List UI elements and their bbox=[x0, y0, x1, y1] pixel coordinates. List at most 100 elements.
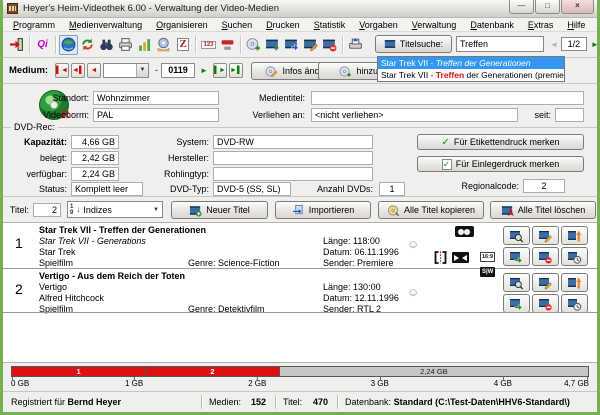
delete-title-button[interactable] bbox=[532, 294, 559, 313]
delete-all-titles-button[interactable]: Alle Titel löschen bbox=[490, 201, 596, 219]
last-medium-button[interactable]: ►▌ bbox=[229, 63, 243, 78]
film-export-icon bbox=[509, 297, 524, 311]
title-row-2[interactable]: 2 Vertigo - Aus dem Reich der Toten Vert… bbox=[3, 269, 597, 314]
close-button[interactable]: × bbox=[561, 0, 594, 14]
dvdtyp-label: DVD-Typ: bbox=[133, 184, 209, 194]
backup-button[interactable] bbox=[154, 35, 173, 55]
menu-hilfe[interactable]: Hilfe bbox=[560, 19, 592, 31]
media-overview-button[interactable] bbox=[59, 35, 78, 55]
verfuegbar-field[interactable]: 2,24 GB bbox=[71, 167, 119, 181]
counter-icon: 123 bbox=[201, 41, 215, 49]
add-medium-button[interactable] bbox=[244, 35, 263, 55]
move-title-button[interactable] bbox=[561, 273, 588, 292]
view-title-button[interactable] bbox=[503, 273, 530, 292]
new-title-button[interactable]: Neuer Titel bbox=[171, 201, 268, 219]
capacity-segment-1: 1 bbox=[12, 367, 146, 376]
etikettendruck-button[interactable]: ✓ Für Etikettendruck merken bbox=[417, 134, 584, 150]
search-next-icon[interactable]: ► bbox=[591, 40, 599, 49]
edit-title-button[interactable] bbox=[532, 273, 559, 292]
title-number: 1 bbox=[15, 235, 23, 251]
chevron-down-icon[interactable]: ▼ bbox=[153, 207, 159, 213]
titel-count-field[interactable]: 2 bbox=[33, 203, 61, 217]
medientitel-field[interactable] bbox=[311, 91, 584, 105]
delete-title-button[interactable] bbox=[532, 247, 559, 266]
menu-vorgaben[interactable]: Vorgaben bbox=[352, 19, 405, 31]
copy-all-titles-button[interactable]: Alle Titel kopieren bbox=[378, 201, 484, 219]
delete-title-button-tb[interactable] bbox=[320, 35, 339, 55]
export-title-button[interactable] bbox=[503, 294, 530, 313]
title-actions bbox=[503, 226, 588, 266]
runtime-title-button[interactable] bbox=[561, 247, 588, 266]
search-media-button[interactable] bbox=[97, 35, 116, 55]
media-info-panel: R Standort: Wohnzimmer Videonorm: PAL Me… bbox=[3, 85, 597, 127]
einlegerdruck-button[interactable]: Für Einlegerdruck merken bbox=[417, 156, 584, 172]
censor-button[interactable]: Z bbox=[173, 35, 192, 55]
next-jump-medium-button[interactable]: ▌► bbox=[213, 63, 227, 78]
kapazitaet-field[interactable]: 4,66 GB bbox=[71, 135, 119, 149]
verliehen-field[interactable]: <nicht verliehen> bbox=[311, 108, 518, 122]
menu-medienverwaltung[interactable]: Medienverwaltung bbox=[62, 19, 149, 31]
exit-button[interactable] bbox=[7, 35, 26, 55]
view-title-button[interactable] bbox=[503, 226, 530, 245]
search-result-option[interactable]: Star Trek VII - Treffen der Generationen… bbox=[378, 69, 564, 81]
medium-number-field[interactable]: 0119 bbox=[161, 63, 195, 78]
dvdtyp-field[interactable]: DVD-5 (SS, SL) bbox=[213, 182, 291, 196]
titel-count-label: Titel: bbox=[283, 397, 302, 407]
kapazitaet-label: Kapazität: bbox=[3, 137, 67, 147]
edit-title-button[interactable] bbox=[532, 226, 559, 245]
refresh-button[interactable] bbox=[78, 35, 97, 55]
rohlingtyp-field[interactable] bbox=[213, 167, 373, 181]
first-medium-button[interactable]: ▌◄ bbox=[55, 63, 69, 78]
standort-field[interactable]: Wohnzimmer bbox=[93, 91, 219, 105]
quickinfo-button[interactable]: Qi bbox=[33, 35, 52, 55]
title-series: Star Trek bbox=[39, 247, 76, 257]
belegt-field[interactable]: 2,42 GB bbox=[71, 151, 119, 165]
listbar-button[interactable] bbox=[218, 35, 237, 55]
menu-drucken[interactable]: Drucken bbox=[259, 19, 307, 31]
film-export-icon bbox=[509, 250, 524, 264]
minimize-button[interactable]: — bbox=[509, 0, 534, 14]
videonorm-field[interactable]: PAL bbox=[93, 108, 219, 122]
counter-button[interactable]: 123 bbox=[199, 35, 218, 55]
prev-jump-medium-button[interactable]: ◄▌ bbox=[71, 63, 85, 78]
anzahl-field[interactable]: 1 bbox=[379, 182, 405, 196]
quickinfo-icon: Qi bbox=[37, 39, 48, 50]
exit-icon bbox=[9, 37, 24, 52]
menu-programm[interactable]: Programm bbox=[6, 19, 62, 31]
search-result-option[interactable]: Star Trek VII - Treffen der Generationen bbox=[378, 57, 564, 69]
title-search-button[interactable]: Titelsuche: bbox=[375, 35, 452, 53]
runtime-title-button[interactable] bbox=[561, 294, 588, 313]
search-prev-icon[interactable]: ◄ bbox=[550, 40, 558, 49]
import-button[interactable]: Importieren bbox=[275, 201, 371, 219]
import-title-button-tb[interactable] bbox=[282, 35, 301, 55]
title-row-1[interactable]: 1 Star Trek VII - Treffen der Generation… bbox=[3, 223, 597, 268]
maximize-button[interactable]: □ bbox=[535, 0, 560, 14]
medium-select[interactable]: ▼ bbox=[103, 63, 149, 78]
statistics-button[interactable] bbox=[135, 35, 154, 55]
menu-organisieren[interactable]: Organisieren bbox=[149, 19, 215, 31]
print-button[interactable] bbox=[116, 35, 135, 55]
prev-medium-button[interactable]: ◄ bbox=[87, 63, 101, 78]
seit-field[interactable] bbox=[555, 108, 584, 122]
system-field[interactable]: DVD-RW bbox=[213, 135, 373, 149]
menu-extras[interactable]: Extras bbox=[521, 19, 561, 31]
next-medium-flat-icon[interactable]: ► bbox=[200, 66, 208, 75]
menu-verwaltung[interactable]: Verwaltung bbox=[405, 19, 464, 31]
menu-statistik[interactable]: Statistik bbox=[307, 19, 353, 31]
film-delete-all-icon bbox=[501, 204, 514, 217]
title-search-input[interactable] bbox=[456, 36, 544, 52]
edit-title-button-tb[interactable] bbox=[301, 35, 320, 55]
regionalcode-field[interactable]: 2 bbox=[523, 179, 565, 193]
chevron-down-icon[interactable]: ▼ bbox=[136, 64, 148, 77]
add-title-button-tb[interactable] bbox=[263, 35, 282, 55]
film-move-up-icon bbox=[567, 276, 582, 290]
move-title-button[interactable] bbox=[561, 226, 588, 245]
export-title-button[interactable] bbox=[503, 247, 530, 266]
title-genre: Genre: Science-Fiction bbox=[188, 258, 280, 268]
titlebar: Heyer's Heim-Videothek 6.00 - Verwaltung… bbox=[3, 0, 597, 18]
menu-suchen[interactable]: Suchen bbox=[215, 19, 260, 31]
hersteller-field[interactable] bbox=[213, 151, 373, 165]
menu-datenbank[interactable]: Datenbank bbox=[463, 19, 521, 31]
sort-select[interactable]: 19 ↓ Indizes ▼ bbox=[67, 201, 163, 218]
print-preview-button[interactable] bbox=[346, 35, 365, 55]
